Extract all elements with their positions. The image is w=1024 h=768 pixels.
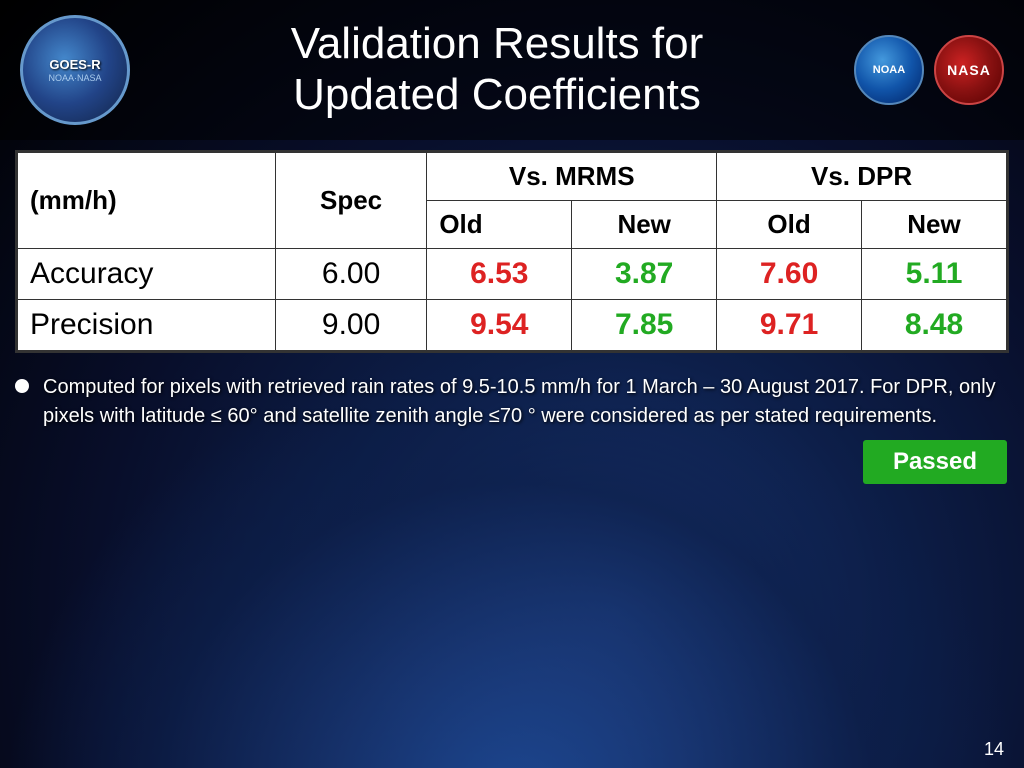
precision-mrms-old: 9.54 — [427, 300, 572, 351]
noaa-logo: NOAA — [854, 35, 924, 105]
header: GOES-R NOAA·NASA Validation Results for … — [0, 0, 1024, 140]
precision-dpr-new: 8.48 — [862, 300, 1007, 351]
table-row-accuracy: Accuracy 6.00 6.53 3.87 7.60 5.11 — [18, 249, 1007, 300]
dpr-new-header: New — [862, 201, 1007, 249]
passed-badge: Passed — [863, 440, 1007, 484]
precision-spec: 9.00 — [275, 300, 426, 351]
goes-logo-subtext: NOAA·NASA — [48, 73, 101, 83]
mrms-new-header: New — [572, 201, 717, 249]
table-header-row-1: (mm/h) Spec Vs. MRMS Vs. DPR — [18, 153, 1007, 201]
precision-dpr-old: 9.71 — [717, 300, 862, 351]
page-number: 14 — [984, 739, 1004, 760]
goes-logo-text: GOES-R — [48, 57, 101, 73]
accuracy-spec: 6.00 — [275, 249, 426, 300]
accuracy-dpr-old: 7.60 — [717, 249, 862, 300]
results-table-wrapper: (mm/h) Spec Vs. MRMS Vs. DPR Old New Old… — [15, 150, 1009, 353]
accuracy-mrms-new: 3.87 — [572, 249, 717, 300]
table-row-precision: Precision 9.00 9.54 7.85 9.71 8.48 — [18, 300, 1007, 351]
partner-logos: NOAA NASA — [854, 35, 1004, 105]
unit-header: (mm/h) — [18, 153, 276, 249]
main-content: (mm/h) Spec Vs. MRMS Vs. DPR Old New Old… — [0, 140, 1024, 768]
bullet-text: Computed for pixels with retrieved rain … — [43, 373, 1009, 431]
page-title: Validation Results for Updated Coefficie… — [140, 19, 854, 120]
bullet-section: Computed for pixels with retrieved rain … — [15, 368, 1009, 768]
accuracy-mrms-old: 6.53 — [427, 249, 572, 300]
vs-mrms-header: Vs. MRMS — [427, 153, 717, 201]
accuracy-dpr-new: 5.11 — [862, 249, 1007, 300]
precision-label: Precision — [18, 300, 276, 351]
accuracy-label: Accuracy — [18, 249, 276, 300]
dpr-old-header: Old — [717, 201, 862, 249]
results-table: (mm/h) Spec Vs. MRMS Vs. DPR Old New Old… — [17, 152, 1007, 351]
spec-column-header: Spec — [275, 153, 426, 249]
goes-logo-container: GOES-R NOAA·NASA — [20, 15, 140, 125]
bullet-item: Computed for pixels with retrieved rain … — [15, 368, 1009, 436]
mrms-old-header: Old — [427, 201, 572, 249]
nasa-logo: NASA — [934, 35, 1004, 105]
vs-dpr-header: Vs. DPR — [717, 153, 1007, 201]
bullet-dot — [15, 379, 29, 393]
precision-mrms-new: 7.85 — [572, 300, 717, 351]
passed-row: Passed — [15, 440, 1009, 484]
goes-logo: GOES-R NOAA·NASA — [20, 15, 130, 125]
